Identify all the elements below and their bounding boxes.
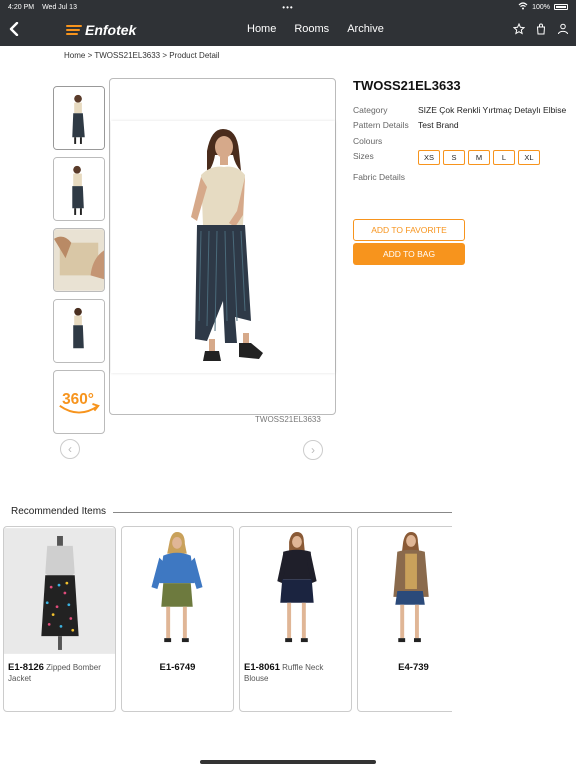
main-product-image[interactable]	[111, 121, 335, 373]
status-bar: 4:20 PM Wed Jul 13 ••• 100%	[0, 0, 576, 14]
nav-link-archive[interactable]: Archive	[347, 23, 384, 35]
top-nav: Enfotek Home Rooms Archive	[0, 14, 576, 46]
recommended-item-image	[240, 528, 351, 654]
pattern-value: Test Brand	[418, 120, 459, 130]
recommended-heading: Recommended Items	[11, 506, 107, 517]
recommended-item-code: E4-739	[398, 662, 429, 673]
recommended-item-card[interactable]: E1-8126 Zipped Bomber Jacket	[3, 526, 116, 712]
fabric-label: Fabric Details	[353, 172, 405, 182]
size-option-m[interactable]: M	[468, 150, 490, 165]
view-360-button[interactable]: 360°	[53, 370, 105, 434]
thumbnail-list: 360°	[53, 86, 105, 441]
recommended-item-code: E1-8126	[8, 662, 44, 673]
view-360-label: 360°	[62, 391, 94, 408]
image-product-code: TWOSS21EL3633	[255, 415, 321, 424]
recommended-item-image	[4, 528, 115, 654]
status-date: Wed Jul 13	[42, 3, 77, 11]
colours-label: Colours	[353, 136, 383, 146]
chevron-right-circle-icon[interactable]: ›	[303, 440, 323, 460]
recommended-item-card[interactable]: E4-739	[357, 526, 452, 712]
home-indicator[interactable]	[200, 760, 376, 764]
recommended-divider	[113, 512, 452, 513]
nav-icons	[512, 22, 570, 36]
recommended-item-caption: E1-6749	[122, 660, 233, 675]
wifi-icon	[518, 2, 528, 12]
brand-logo[interactable]: Enfotek	[66, 22, 136, 38]
nav-links: Home Rooms Archive	[247, 23, 384, 35]
breadcrumb[interactable]: Home > TWOSS21EL3633 > Product Detail	[64, 51, 220, 60]
thumbnail-back[interactable]	[53, 299, 105, 363]
recommended-item-caption: E1-8126 Zipped Bomber Jacket	[4, 660, 115, 686]
product-title: TWOSS21EL3633	[353, 78, 461, 93]
recommended-item-caption: E1-8061 Ruffle Neck Blouse	[240, 660, 351, 686]
thumbnail-side[interactable]	[53, 157, 105, 221]
recommended-item-caption: E4-739	[358, 660, 452, 675]
size-option-s[interactable]: S	[443, 150, 465, 165]
recommended-item-card[interactable]: E1-6749	[121, 526, 234, 712]
star-icon[interactable]	[512, 22, 526, 36]
status-time: 4:20 PM	[8, 3, 35, 11]
size-option-xs[interactable]: XS	[418, 150, 440, 165]
pattern-label: Pattern Details	[353, 120, 409, 130]
category-value: SIZE Çok Renkli Yırtmaç Detaylı Elbise	[418, 105, 567, 115]
add-to-bag-button[interactable]: ADD TO BAG	[353, 243, 465, 265]
multitask-dots[interactable]: •••	[282, 3, 293, 12]
size-options: XS S M L XL	[418, 150, 540, 165]
recommended-item-image	[122, 528, 233, 654]
chevron-left-circle-icon[interactable]: ‹	[60, 439, 80, 459]
recommended-list: E1-8126 Zipped Bomber Jacket E1-6749 E1-…	[3, 526, 452, 712]
recommended-item-card[interactable]: E1-8061 Ruffle Neck Blouse	[239, 526, 352, 712]
recommended-item-image	[358, 528, 452, 654]
add-to-favorite-button[interactable]: ADD TO FAVORITE	[353, 219, 465, 241]
category-label: Category	[353, 105, 388, 115]
nav-link-rooms[interactable]: Rooms	[294, 23, 329, 35]
battery-icon	[554, 4, 568, 10]
logo-mark-icon	[66, 25, 82, 35]
user-icon[interactable]	[556, 22, 570, 36]
thumbnail-front[interactable]	[53, 86, 105, 150]
sizes-label: Sizes	[353, 151, 374, 161]
battery-percent: 100%	[532, 3, 550, 11]
recommended-item-code: E1-6749	[159, 662, 196, 673]
recommended-item-code: E1-8061	[244, 662, 280, 673]
size-option-xl[interactable]: XL	[518, 150, 540, 165]
nav-link-home[interactable]: Home	[247, 23, 276, 35]
chevron-left-icon[interactable]	[6, 19, 22, 39]
bag-icon[interactable]	[534, 22, 548, 36]
brand-name: Enfotek	[85, 22, 137, 38]
thumbnail-closeup[interactable]	[53, 228, 105, 292]
size-option-l[interactable]: L	[493, 150, 515, 165]
